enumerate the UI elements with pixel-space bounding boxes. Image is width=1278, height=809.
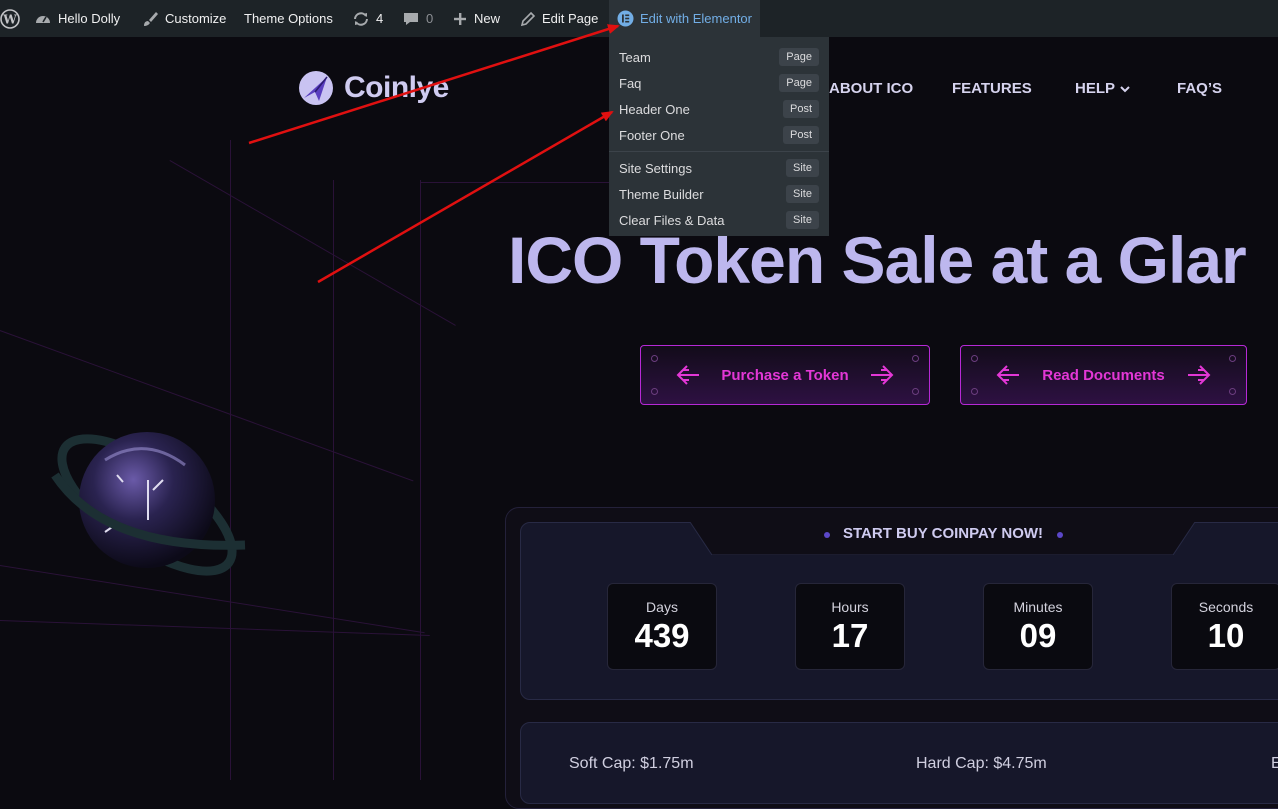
countdown-minutes: Minutes 09: [983, 583, 1093, 670]
menu-item-faq[interactable]: Faq Page: [619, 70, 819, 96]
menu-item-badge: Post: [782, 126, 819, 144]
dashboard-icon: [36, 15, 50, 23]
pencil-icon: [520, 11, 536, 26]
updates-count: 4: [376, 11, 384, 26]
cap-edge-text: E: [1271, 755, 1278, 772]
seconds-value: 10: [1207, 617, 1245, 654]
grid-line: [420, 180, 421, 780]
hard-cap: Hard Cap: $4.75m: [916, 755, 1047, 772]
read-documents-button[interactable]: Read Documents: [960, 345, 1247, 405]
wordpress-icon: W: [0, 8, 20, 29]
comment-icon: [404, 12, 418, 25]
comments-button[interactable]: 0: [402, 0, 433, 37]
minutes-label: Minutes: [1013, 599, 1063, 615]
nav-faqs[interactable]: FAQ’S: [1177, 80, 1222, 97]
hours-value: 17: [831, 617, 869, 654]
site-logo[interactable]: Coinlye: [296, 68, 449, 108]
menu-item-badge: Page: [779, 48, 819, 66]
corner-dot: [1229, 388, 1236, 395]
corner-dot: [651, 355, 658, 362]
days-label: Days: [646, 599, 678, 615]
countdown-days: Days 439: [607, 583, 717, 670]
countdown-heading: START BUY COINPAY NOW!: [843, 525, 1044, 542]
corner-dot: [912, 388, 919, 395]
customize-label: Customize: [165, 11, 227, 26]
elementor-icon: [617, 10, 634, 27]
countdown-seconds: Seconds 10: [1171, 583, 1278, 670]
menu-item-label: Site Settings: [619, 160, 692, 176]
refresh-icon: [354, 11, 368, 26]
days-value: 439: [634, 617, 690, 654]
logo-text: Coinlye: [344, 71, 449, 104]
arrow-left-icon: [676, 365, 699, 385]
grid-line: [420, 182, 610, 183]
hours-label: Hours: [831, 599, 869, 615]
grid-line: [333, 180, 334, 780]
menu-item-site-settings[interactable]: Site Settings Site: [619, 155, 819, 181]
chevron-down-icon: [1120, 85, 1130, 92]
nav-features[interactable]: FEATURES: [952, 80, 1032, 97]
menu-item-badge: Post: [782, 100, 819, 118]
wordpress-logo-button[interactable]: W: [0, 0, 20, 37]
menu-item-team[interactable]: Team Page: [619, 44, 819, 70]
purchase-token-button[interactable]: Purchase a Token: [640, 345, 930, 405]
menu-item-badge: Site: [786, 185, 819, 203]
svg-text:W: W: [2, 12, 17, 26]
edit-with-elementor-button[interactable]: Edit with Elementor: [609, 0, 760, 37]
seconds-label: Seconds: [1198, 599, 1254, 615]
wp-admin-bar: W Hello Dolly Customize Theme Options 4 …: [0, 0, 1278, 37]
corner-dot: [971, 388, 978, 395]
plus-icon: [454, 12, 466, 25]
edit-page-button[interactable]: Edit Page: [520, 0, 598, 37]
menu-item-label: Team: [619, 49, 651, 65]
planet-illustration: [51, 432, 246, 576]
soft-cap: Soft Cap: $1.75m: [569, 755, 694, 772]
nav-help[interactable]: HELP: [1075, 80, 1131, 97]
corner-dot: [971, 355, 978, 362]
countdown-hours: Hours 17: [795, 583, 905, 670]
site-name-label: Hello Dolly: [58, 11, 121, 26]
menu-item-label: Header One: [619, 101, 690, 117]
customize-button[interactable]: Customize: [141, 0, 226, 37]
new-label: New: [474, 11, 501, 26]
corner-dot: [912, 355, 919, 362]
edit-with-elementor-label: Edit with Elementor: [640, 11, 752, 26]
read-documents-label: Read Documents: [1042, 366, 1165, 384]
grid-line: [169, 160, 456, 326]
arrow-right-icon: [1188, 365, 1211, 385]
theme-options-button[interactable]: Theme Options: [244, 0, 333, 37]
corner-dot: [1229, 355, 1236, 362]
menu-item-badge: Page: [779, 74, 819, 92]
corner-dot: [651, 388, 658, 395]
menu-item-badge: Site: [786, 211, 819, 229]
heading-dot: [1057, 532, 1063, 538]
menu-item-badge: Site: [786, 159, 819, 177]
theme-options-label: Theme Options: [244, 11, 333, 26]
updates-button[interactable]: 4: [352, 0, 383, 37]
minutes-value: 09: [1019, 617, 1057, 654]
menu-item-label: Theme Builder: [619, 186, 704, 202]
nav-help-label: HELP: [1075, 80, 1116, 97]
arrow-left-icon: [996, 365, 1019, 385]
comments-count: 0: [426, 11, 434, 26]
nav-about-ico[interactable]: ABOUT ICO: [829, 80, 913, 97]
arrow-right-icon: [871, 365, 894, 385]
site-name-menu[interactable]: Hello Dolly: [34, 0, 120, 37]
menu-item-label: Footer One: [619, 127, 685, 143]
menu-divider: [609, 151, 829, 152]
elementor-dropdown-menu: Team Page Faq Page Header One Post Foote…: [609, 37, 829, 236]
menu-item-clear-files[interactable]: Clear Files & Data Site: [619, 207, 819, 233]
menu-item-label: Faq: [619, 75, 642, 91]
menu-item-header-one[interactable]: Header One Post: [619, 96, 819, 122]
edit-page-label: Edit Page: [542, 11, 599, 26]
menu-item-label: Clear Files & Data: [619, 212, 725, 228]
coinlye-logo-icon: [299, 71, 333, 105]
menu-item-theme-builder[interactable]: Theme Builder Site: [619, 181, 819, 207]
menu-item-footer-one[interactable]: Footer One Post: [619, 122, 819, 148]
purchase-token-label: Purchase a Token: [721, 366, 849, 384]
new-content-button[interactable]: New: [452, 0, 500, 37]
heading-dot: [824, 532, 830, 538]
brush-icon: [144, 11, 158, 26]
